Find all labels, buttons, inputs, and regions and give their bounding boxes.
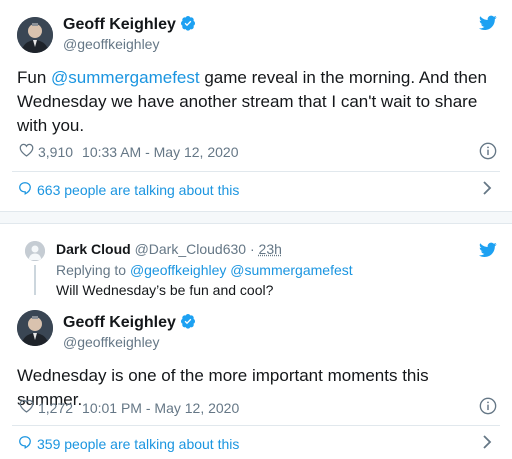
dot-separator: ·	[249, 241, 255, 257]
replying-to: Replying to @geoffkeighley @summergamefe…	[56, 262, 353, 278]
heart-icon[interactable]	[19, 143, 34, 160]
talking-count[interactable]: 359 people are talking about this	[37, 436, 239, 452]
tweet-card-2: Dark Cloud @Dark_Cloud630 · 23h Replying…	[0, 225, 512, 459]
reply-avatar[interactable]	[25, 241, 45, 261]
timestamp[interactable]: 10:01 PM - May 12, 2020	[82, 400, 239, 416]
reply-text: Will Wednesday’s be fun and cool?	[56, 282, 274, 298]
reply-thread-line	[34, 265, 36, 295]
heart-icon[interactable]	[19, 399, 34, 416]
speech-bubble-icon	[18, 435, 32, 454]
tweet-meta: 3,910 10:33 AM - May 12, 2020	[19, 143, 238, 160]
avatar[interactable]	[17, 17, 53, 53]
verified-badge-icon	[180, 313, 196, 334]
reply-author-handle[interactable]: @Dark_Cloud630	[135, 241, 247, 257]
author-name[interactable]: Geoff Keighley	[63, 313, 196, 334]
replying-to-mentions[interactable]: @geoffkeighley @summergamefest	[130, 262, 353, 278]
profile-photo-icon	[17, 310, 53, 346]
reply-author-name[interactable]: Dark Cloud	[56, 241, 131, 257]
card-separator	[0, 212, 512, 224]
tweet-card-1: Geoff Keighley @geoffkeighley Fun @summe…	[0, 0, 512, 212]
mention-link[interactable]: @summergamefest	[51, 68, 200, 87]
conversation-link[interactable]: 663 people are talking about this	[0, 172, 512, 208]
author-handle[interactable]: @geoffkeighley	[63, 334, 159, 350]
info-icon[interactable]	[479, 142, 497, 165]
author-name[interactable]: Geoff Keighley	[63, 15, 196, 36]
like-count[interactable]: 1,272	[38, 400, 73, 416]
default-avatar-icon	[25, 241, 45, 261]
verified-badge-icon	[180, 15, 196, 36]
author-handle[interactable]: @geoffkeighley	[63, 36, 159, 52]
twitter-bird-icon[interactable]	[479, 15, 497, 36]
twitter-bird-icon[interactable]	[479, 242, 497, 263]
chevron-right-icon[interactable]	[482, 434, 492, 454]
reply-header: Dark Cloud @Dark_Cloud630 · 23h	[56, 241, 282, 257]
talking-count[interactable]: 663 people are talking about this	[37, 182, 239, 198]
timestamp[interactable]: 10:33 AM - May 12, 2020	[82, 144, 238, 160]
tweet-text: Fun @summergamefest game reveal in the m…	[17, 68, 487, 135]
conversation-link[interactable]: 359 people are talking about this	[0, 426, 512, 459]
like-count[interactable]: 3,910	[38, 144, 73, 160]
speech-bubble-icon	[18, 181, 32, 200]
info-icon[interactable]	[479, 397, 497, 420]
chevron-right-icon[interactable]	[482, 180, 492, 200]
avatar[interactable]	[17, 310, 53, 346]
reply-time[interactable]: 23h	[259, 241, 282, 257]
tweet-meta: 1,272 10:01 PM - May 12, 2020	[19, 399, 239, 416]
profile-photo-icon	[17, 17, 53, 53]
